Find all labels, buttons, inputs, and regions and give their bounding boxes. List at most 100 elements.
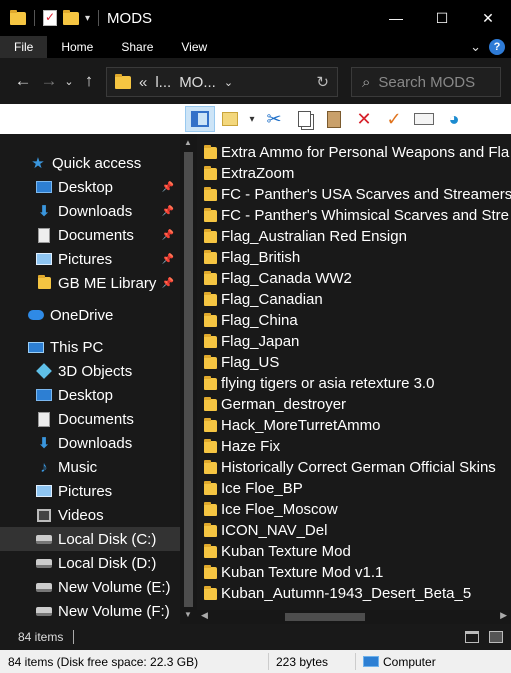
nav-label: Desktop xyxy=(58,386,114,404)
cut-icon[interactable]: ✂ xyxy=(259,106,289,132)
nav-item-music[interactable]: ♪ Music xyxy=(0,455,180,479)
rename-icon[interactable] xyxy=(409,106,439,132)
list-item[interactable]: Ice Floe_BP xyxy=(197,478,303,499)
large-icons-view-icon[interactable] xyxy=(489,631,503,643)
list-item[interactable]: German_destroyer xyxy=(197,394,346,415)
nav-item-pictures[interactable]: Pictures xyxy=(0,479,180,503)
scroll-right-icon[interactable]: ▶ xyxy=(500,610,507,621)
list-item[interactable]: Flag_US xyxy=(197,352,279,373)
pin-icon[interactable]: 📌 xyxy=(162,278,174,289)
tab-share[interactable]: Share xyxy=(107,36,167,58)
minimize-button[interactable]: — xyxy=(373,0,419,36)
nav-item-videos[interactable]: Videos xyxy=(0,503,180,527)
nav-item-desktop[interactable]: Desktop xyxy=(0,383,180,407)
details-view-icon[interactable] xyxy=(465,631,479,643)
tab-file[interactable]: File xyxy=(0,36,48,58)
breadcrumb-parent[interactable]: l... xyxy=(155,74,171,91)
preview-pane-icon[interactable] xyxy=(185,106,215,132)
new-folder-icon[interactable] xyxy=(63,9,79,25)
up-button[interactable]: ↑ xyxy=(76,71,102,91)
delete-icon[interactable]: ✕ xyxy=(349,106,379,132)
nav-item-new-volume-f[interactable]: New Volume (F:) xyxy=(0,599,180,623)
scroll-up-icon[interactable]: ▲ xyxy=(184,138,192,147)
pin-icon[interactable]: 📌 xyxy=(162,182,174,193)
recent-locations-button[interactable]: ⌄ xyxy=(62,75,76,88)
breadcrumb-overflow[interactable]: « xyxy=(139,74,147,91)
scrollbar-thumb[interactable] xyxy=(285,613,365,621)
list-item[interactable]: Flag_British xyxy=(197,247,300,268)
list-item[interactable]: Haze Fix xyxy=(197,436,280,457)
customize-toolbar-icon[interactable]: ▾ xyxy=(85,13,90,24)
scroll-left-icon[interactable]: ◀ xyxy=(201,610,208,621)
maximize-button[interactable]: ☐ xyxy=(419,0,465,36)
properties-icon[interactable] xyxy=(43,10,57,26)
nav-onedrive[interactable]: OneDrive xyxy=(0,303,180,327)
file-list-hscrollbar[interactable]: ◀ ▶ xyxy=(197,610,511,624)
pin-icon[interactable]: 📌 xyxy=(162,206,174,217)
forward-button[interactable]: → xyxy=(36,71,62,91)
tab-home[interactable]: Home xyxy=(47,36,107,58)
breadcrumb[interactable]: « l... MO... ⌄ ↻ xyxy=(106,67,338,97)
music-icon: ♪ xyxy=(40,458,48,476)
pin-icon[interactable]: 📌 xyxy=(162,254,174,265)
nav-item-3d-objects[interactable]: 3D Objects xyxy=(0,359,180,383)
copy-icon[interactable] xyxy=(289,106,319,132)
nav-quick-access[interactable]: ★ Quick access xyxy=(0,151,180,175)
list-item[interactable]: FC - Panther's USA Scarves and Streamers xyxy=(197,184,511,205)
list-item[interactable]: Flag_Canada WW2 xyxy=(197,268,352,289)
file-name: Flag_Australian Red Ensign xyxy=(221,228,407,245)
list-item[interactable]: Historically Correct German Official Ski… xyxy=(197,457,496,478)
list-item[interactable]: FC - Panther's Whimsical Scarves and Str… xyxy=(197,205,509,226)
list-item[interactable]: ICON_NAV_Del xyxy=(197,520,327,541)
folder-icon[interactable] xyxy=(10,9,26,25)
computer-icon xyxy=(363,656,379,667)
list-item[interactable]: Flag_Japan xyxy=(197,331,299,352)
list-item[interactable]: Kuban Texture Mod xyxy=(197,541,351,562)
nav-this-pc[interactable]: This PC xyxy=(0,335,180,359)
list-item[interactable]: Flag_Australian Red Ensign xyxy=(197,226,407,247)
navigation-scrollbar[interactable]: ▲ ▼ xyxy=(180,134,197,624)
nav-item-gb-me-library[interactable]: GB ME Library 📌 xyxy=(0,271,180,295)
list-item[interactable]: Hack_MoreTurretAmmo xyxy=(197,415,380,436)
expand-ribbon-icon[interactable]: ⌄ xyxy=(470,39,481,55)
folder-icon xyxy=(204,543,217,558)
nav-item-downloads[interactable]: ⬇ Downloads xyxy=(0,431,180,455)
back-button[interactable]: ← xyxy=(10,71,36,91)
list-item[interactable]: Flag_China xyxy=(197,310,298,331)
properties-icon[interactable] xyxy=(215,106,245,132)
list-item[interactable]: Flag_Canadian xyxy=(197,289,323,310)
close-button[interactable]: ✕ xyxy=(465,0,511,36)
file-name: Historically Correct German Official Ski… xyxy=(221,459,496,476)
nav-item-local-disk-c[interactable]: Local Disk (C:) xyxy=(0,527,180,551)
search-input[interactable]: ⌕ Search MODS xyxy=(351,67,501,97)
list-item[interactable]: Ice Floe_Moscow xyxy=(197,499,338,520)
list-item[interactable]: Kuban Texture Mod v1.1 xyxy=(197,562,383,583)
list-item[interactable]: flying tigers or asia retexture 3.0 xyxy=(197,373,434,394)
scrollbar-thumb[interactable] xyxy=(184,152,193,607)
scroll-down-icon[interactable]: ▼ xyxy=(184,610,192,619)
folder-icon xyxy=(204,501,217,516)
file-name: Haze Fix xyxy=(221,438,281,455)
pin-icon[interactable]: 📌 xyxy=(162,230,174,241)
nav-item-pictures[interactable]: Pictures 📌 xyxy=(0,247,180,271)
folder-icon xyxy=(204,291,217,306)
tab-view[interactable]: View xyxy=(167,36,221,58)
paste-icon[interactable] xyxy=(319,106,349,132)
shell-icon[interactable]: ◕ xyxy=(439,106,469,132)
list-item[interactable]: Kuban_Autumn-1943_Desert_Beta_5 xyxy=(197,583,471,604)
help-icon[interactable]: ? xyxy=(489,39,505,55)
file-name: Extra Ammo for Personal Weapons and Fla xyxy=(221,144,510,161)
nav-item-documents[interactable]: Documents xyxy=(0,407,180,431)
refresh-button[interactable]: ↻ xyxy=(316,73,329,91)
breadcrumb-current[interactable]: MO... xyxy=(179,74,216,91)
breadcrumb-dropdown-icon[interactable]: ⌄ xyxy=(224,76,233,89)
select-all-icon[interactable]: ✓ xyxy=(379,106,409,132)
nav-item-desktop[interactable]: Desktop 📌 xyxy=(0,175,180,199)
nav-item-local-disk-d[interactable]: Local Disk (D:) xyxy=(0,551,180,575)
list-item[interactable]: ExtraZoom xyxy=(197,163,294,184)
nav-item-documents[interactable]: Documents 📌 xyxy=(0,223,180,247)
list-item[interactable]: Extra Ammo for Personal Weapons and Fla xyxy=(197,142,509,163)
toolbar-dropdown-icon[interactable]: ▾ xyxy=(245,106,259,132)
nav-item-downloads[interactable]: ⬇ Downloads 📌 xyxy=(0,199,180,223)
nav-item-new-volume-e[interactable]: New Volume (E:) xyxy=(0,575,180,599)
